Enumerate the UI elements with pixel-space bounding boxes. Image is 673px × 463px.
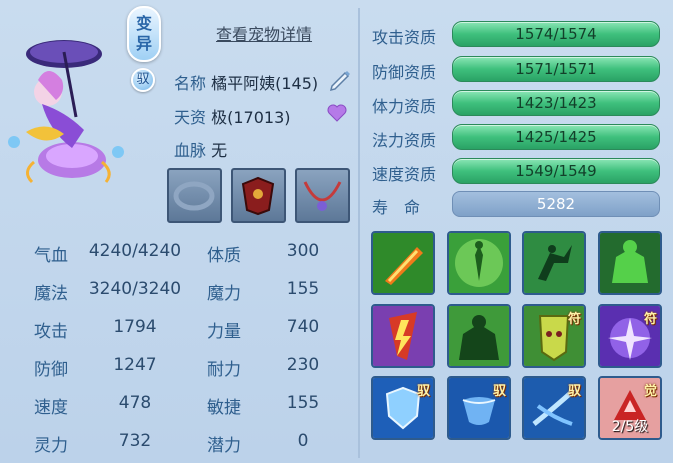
ride-badge: 驭 bbox=[131, 68, 155, 92]
skill-slot[interactable]: 觉 2/5级 bbox=[598, 376, 662, 440]
pet-aptitude-label: 天资 bbox=[174, 108, 207, 127]
pet-portrait bbox=[6, 22, 124, 187]
stat-value: 230 bbox=[286, 355, 320, 375]
stat-label: 防御 bbox=[34, 360, 68, 380]
aptitude-bar: 1423/1423 bbox=[452, 90, 660, 116]
stat-value: 740 bbox=[286, 317, 320, 337]
pet-bloodline-value: 无 bbox=[211, 141, 228, 160]
skill-slot[interactable]: 符 bbox=[598, 304, 662, 368]
aptitude-bar: 1571/1571 bbox=[452, 56, 660, 82]
stat-label: 敏捷 bbox=[207, 398, 241, 418]
pet-bloodline-label: 血脉 bbox=[174, 141, 207, 160]
stat-label: 魔法 bbox=[34, 284, 68, 304]
pet-aptitude-value: 极(17013) bbox=[211, 108, 291, 127]
figure-glow-icon bbox=[449, 233, 509, 293]
awaken-level: 2/5级 bbox=[611, 419, 649, 435]
stat-value: 300 bbox=[286, 241, 320, 261]
aptitude-label: 体力资质 bbox=[372, 97, 437, 116]
stat-label: 攻击 bbox=[34, 322, 68, 342]
skill-slot[interactable] bbox=[522, 231, 586, 295]
stat-value: 1247 bbox=[113, 355, 157, 375]
divider bbox=[358, 8, 360, 458]
stat-label: 灵力 bbox=[34, 436, 68, 456]
view-pet-details-link[interactable]: 查看宠物详情 bbox=[216, 21, 312, 45]
skill-slot[interactable] bbox=[598, 231, 662, 295]
skill-slot[interactable]: 驭 bbox=[447, 376, 511, 440]
stat-value: 155 bbox=[286, 393, 320, 413]
skill-slot[interactable]: 驭 bbox=[371, 376, 435, 440]
equip-slot-collar[interactable] bbox=[167, 168, 222, 223]
aptitude-label: 法力资质 bbox=[372, 131, 437, 150]
pet-name-label: 名称 bbox=[174, 74, 207, 93]
flame-sword-icon bbox=[373, 233, 433, 293]
skill-slot[interactable] bbox=[371, 304, 435, 368]
skill-slot[interactable]: 驭 bbox=[522, 376, 586, 440]
equip-slot-necklace[interactable] bbox=[295, 168, 350, 223]
pet-name-row: 名称 橘平阿姨(145) bbox=[174, 70, 318, 94]
aptitude-label: 速度资质 bbox=[372, 165, 437, 184]
stat-label: 耐力 bbox=[207, 360, 241, 380]
thunder-blade-icon bbox=[373, 306, 433, 366]
aptitude-bar: 1574/1574 bbox=[452, 21, 660, 47]
skill-slot[interactable]: 符 bbox=[522, 304, 586, 368]
stat-value: 155 bbox=[286, 279, 320, 299]
stat-label: 气血 bbox=[34, 246, 68, 266]
green-giant-icon bbox=[600, 233, 660, 293]
aptitude-bar: 1425/1425 bbox=[452, 124, 660, 150]
skill-slot[interactable] bbox=[447, 231, 511, 295]
aptitude-label: 防御资质 bbox=[372, 63, 437, 82]
leaping-figure-icon bbox=[524, 233, 584, 293]
skill-slot[interactable] bbox=[371, 231, 435, 295]
aptitude-label: 攻击资质 bbox=[372, 28, 437, 47]
stat-label: 速度 bbox=[34, 398, 68, 418]
rename-pencil-icon[interactable] bbox=[327, 66, 353, 92]
lifespan-label: 寿 命 bbox=[372, 198, 421, 217]
stat-value: 1794 bbox=[113, 317, 157, 337]
stat-value: 478 bbox=[118, 393, 152, 413]
heart-icon[interactable] bbox=[326, 102, 348, 124]
stat-label: 体质 bbox=[207, 246, 241, 266]
stat-label: 力量 bbox=[207, 322, 241, 342]
aptitude-bar: 1549/1549 bbox=[452, 158, 660, 184]
stat-label: 潜力 bbox=[207, 436, 241, 456]
equip-slot-armor[interactable] bbox=[231, 168, 286, 223]
pet-name-value: 橘平阿姨(145) bbox=[211, 74, 319, 93]
pet-aptitude-row: 天资 极(17013) bbox=[174, 104, 291, 128]
stat-value: 4240/4240 bbox=[88, 241, 182, 261]
stat-value: 3240/3240 bbox=[88, 279, 182, 299]
lifespan-bar: 5282 bbox=[452, 191, 660, 217]
stat-label: 魔力 bbox=[207, 284, 241, 304]
stat-value: 732 bbox=[118, 431, 152, 451]
brute-shadow-icon bbox=[449, 306, 509, 366]
stat-value: 0 bbox=[297, 431, 309, 451]
mutation-badge: 变异 bbox=[127, 6, 161, 62]
pet-bloodline-row: 血脉 无 bbox=[174, 137, 227, 161]
skill-slot[interactable] bbox=[447, 304, 511, 368]
